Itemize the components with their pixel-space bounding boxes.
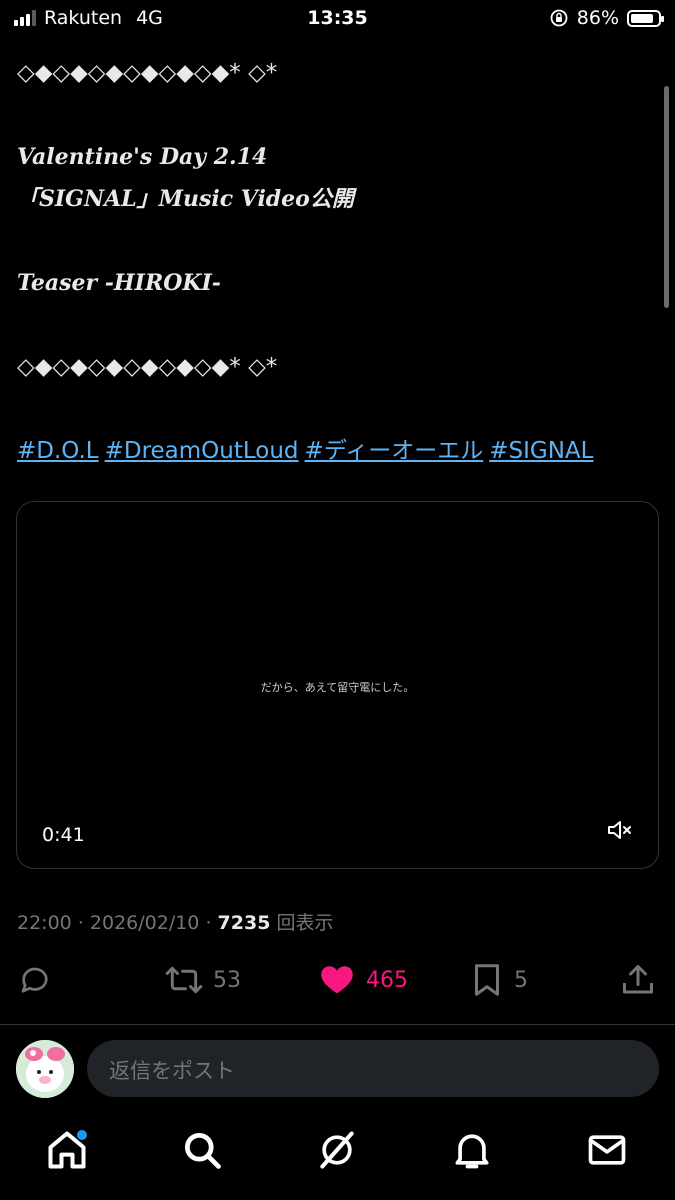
battery-icon	[627, 9, 664, 27]
bookmark-count: 5	[514, 967, 528, 993]
action-bar: 53 465 5	[0, 962, 675, 1004]
view-count: 7235	[217, 912, 271, 934]
mute-icon[interactable]	[606, 818, 634, 842]
post-text-line: ◇◆◇◆◇◆◇◆◇◆◇◆* ◇*	[17, 60, 278, 86]
grok-icon	[320, 1131, 354, 1169]
tab-search[interactable]	[180, 1128, 224, 1172]
reply-icon	[21, 967, 48, 993]
tab-messages[interactable]	[585, 1128, 629, 1172]
bookmark-button[interactable]: 5	[470, 962, 528, 998]
view-label: 回表示	[276, 912, 334, 934]
reply-placeholder: 返信をポスト	[109, 1059, 235, 1083]
hashtag-link[interactable]: #DreamOutLoud	[105, 438, 299, 464]
retweet-icon	[165, 966, 203, 994]
post-text-line: Valentine's Day 2.14	[17, 144, 268, 170]
hashtag-link[interactable]: #D.O.L	[17, 438, 99, 464]
video-duration: 0:41	[42, 824, 85, 846]
status-right: 86%	[549, 7, 664, 29]
tab-notifications[interactable]	[450, 1128, 494, 1172]
post-text: ◇◆◇◆◇◆◇◆◇◆◇◆* ◇* Valentine's Day 2.14 「SIG…	[17, 52, 657, 430]
reply-button[interactable]	[17, 962, 53, 998]
post-meta: 22:00 · 2026/02/10 · 7235 回表示	[17, 912, 334, 934]
search-icon	[184, 1132, 221, 1169]
bookmark-icon	[475, 964, 499, 996]
post-text-line: 「SIGNAL」Music Video公開	[17, 186, 354, 212]
post-body: ◇◆◇◆◇◆◇◆◇◆◇◆* ◇* Valentine's Day 2.14 「SIG…	[17, 52, 657, 472]
post-text-line: ◇◆◇◆◇◆◇◆◇◆◇◆* ◇*	[17, 354, 278, 380]
avatar[interactable]	[16, 1040, 74, 1098]
bottom-tab-bar	[0, 1128, 675, 1188]
hashtag-row: #D.O.L #DreamOutLoud #ディーオーエル #SIGNAL	[17, 430, 657, 472]
battery-percent: 86%	[576, 7, 619, 29]
post-text-line: Teaser -HIROKI-	[17, 270, 221, 296]
divider	[0, 1024, 675, 1025]
scrollbar[interactable]	[664, 86, 669, 308]
like-count: 465	[366, 967, 408, 993]
notification-dot	[77, 1130, 87, 1140]
post-time: 22:00	[17, 912, 72, 934]
heart-icon	[321, 966, 353, 994]
status-bar: Rakuten 4G 13:35 86%	[0, 0, 675, 38]
post-date: 2026/02/10	[89, 912, 200, 934]
share-button[interactable]	[620, 962, 656, 998]
share-icon	[623, 965, 653, 994]
retweet-count: 53	[213, 967, 241, 993]
retweet-button[interactable]: 53	[165, 962, 241, 998]
hashtag-link[interactable]: #ディーオーエル	[305, 438, 484, 464]
like-button[interactable]: 465	[318, 962, 408, 998]
video-caption: だから、あえて留守電にした。	[260, 681, 415, 694]
rotation-lock-icon	[550, 9, 568, 27]
bell-icon	[455, 1134, 489, 1169]
reply-input[interactable]: 返信をポスト	[87, 1040, 659, 1097]
mail-icon	[588, 1135, 626, 1165]
reply-composer: 返信をポスト	[0, 1040, 675, 1098]
tab-grok[interactable]	[315, 1128, 359, 1172]
hashtag-link[interactable]: #SIGNAL	[489, 438, 593, 464]
